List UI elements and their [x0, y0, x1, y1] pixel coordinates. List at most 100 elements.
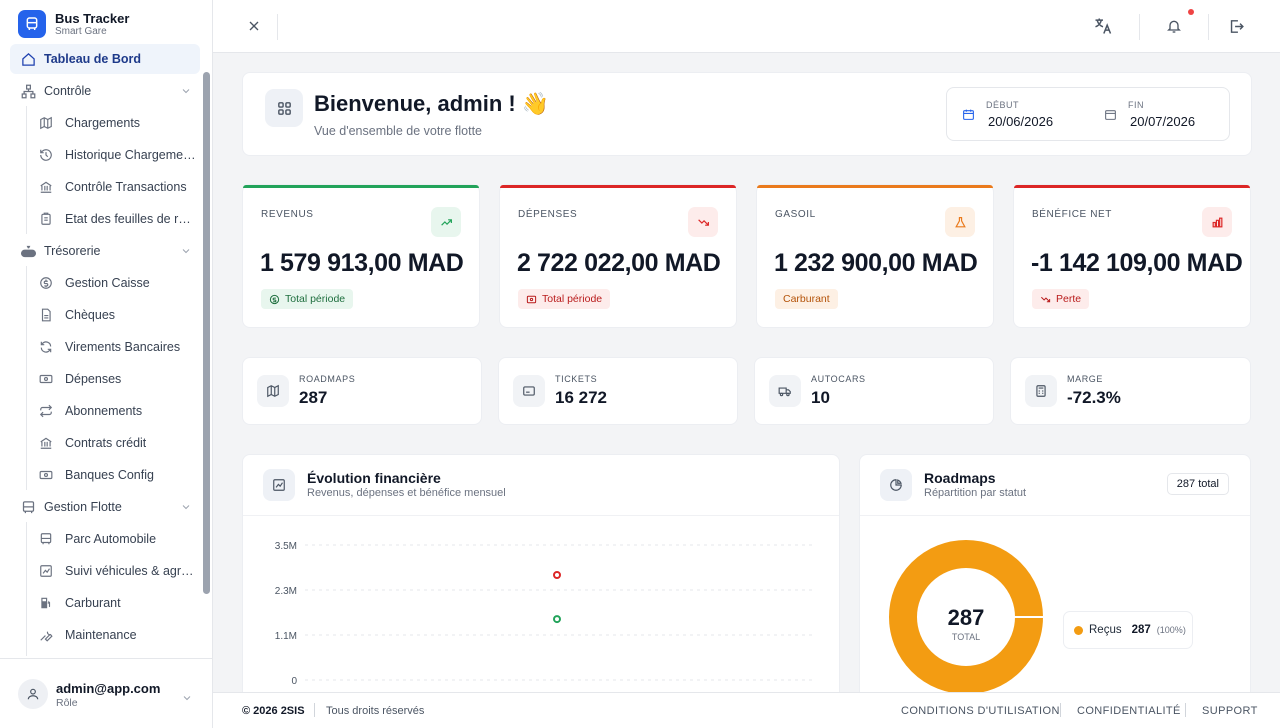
- sidebar-item-gestion-flotte[interactable]: Gestion Flotte: [10, 492, 200, 522]
- banknote-icon: [38, 468, 53, 483]
- sidebar-item-label: Gestion Flotte: [44, 500, 122, 514]
- grid-icon: [265, 89, 303, 127]
- panel-title: Évolution financière: [307, 470, 441, 486]
- close-sidebar-button[interactable]: [242, 14, 266, 38]
- close-icon: [249, 21, 259, 31]
- trending-down-icon: [1041, 296, 1051, 302]
- footer: © 2026 2SIS Tous droits réservés CONDITI…: [213, 692, 1280, 728]
- sidebar-item-label: Contrôle: [44, 84, 92, 98]
- sidebar-item-banques-config[interactable]: Banques Config: [38, 460, 196, 490]
- divider: [1139, 14, 1140, 40]
- submenu-line: [26, 106, 27, 234]
- sidebar-item-parc-automobile[interactable]: Parc Automobile: [38, 524, 196, 554]
- footer-link-support[interactable]: SUPPORT: [1202, 705, 1258, 717]
- accent-bar: [1014, 185, 1250, 188]
- brand[interactable]: Bus Tracker Smart Gare: [18, 10, 129, 38]
- calculator-icon: [1025, 375, 1057, 407]
- mini-value: 16 272: [555, 388, 607, 407]
- stat-value: 1 579 913,00 MAD: [260, 249, 464, 277]
- donut-chart: 287 TOTAL: [889, 540, 1048, 694]
- divider: [860, 515, 1250, 516]
- trending-up-icon: [431, 207, 461, 237]
- legend-swatch: [1074, 625, 1083, 635]
- mini-label: ROADMAPS: [299, 374, 356, 384]
- accent-bar: [500, 185, 736, 188]
- fuel-icon: [38, 596, 53, 611]
- legend-item-recus[interactable]: Reçus 287 (100%): [1063, 611, 1193, 649]
- stat-value: -1 142 109,00 MAD: [1031, 249, 1243, 277]
- status-badge: Total période: [261, 289, 354, 309]
- start-date-field[interactable]: DÉBUT 20/06/2026: [947, 98, 1089, 134]
- logout-icon: [1230, 19, 1244, 33]
- sidebar-item-label: Gestion Caisse: [65, 276, 150, 290]
- bar-chart-icon: [1202, 207, 1232, 237]
- donut-center-value: 287: [948, 605, 985, 630]
- sidebar-item-controle[interactable]: Contrôle: [10, 76, 200, 106]
- bus-logo-icon: [18, 10, 46, 38]
- bus-icon: [20, 499, 36, 515]
- ticket-icon: [513, 375, 545, 407]
- sidebar-item-contrats-credit[interactable]: Contrats crédit: [38, 428, 196, 458]
- badge-text: Total période: [542, 293, 603, 305]
- sidebar-item-label: Dépenses: [65, 372, 122, 386]
- receipt-icon: [526, 295, 537, 303]
- stat-label: REVENUS: [261, 209, 314, 220]
- legend-percent: (100%): [1156, 625, 1186, 635]
- donut-center-label: TOTAL: [952, 632, 980, 642]
- footer-link-confidentialite[interactable]: CONFIDENTIALITÉ: [1077, 705, 1181, 717]
- sidebar-item-label: Suivi véhicules & agréments: [65, 564, 196, 578]
- sidebar-item-suivi-vehicules[interactable]: Suivi véhicules & agréments: [38, 556, 196, 586]
- footer-rights: Tous droits réservés: [326, 705, 425, 717]
- sidebar-item-label: Parc Automobile: [65, 532, 157, 546]
- sidebar-item-label: Trésorerie: [44, 244, 101, 258]
- mini-card-autocars: AUTOCARS 10: [754, 357, 994, 425]
- sidebar-item-depenses[interactable]: Dépenses: [38, 364, 196, 394]
- language-button[interactable]: [1091, 14, 1115, 38]
- end-date-label: FIN: [1128, 100, 1144, 110]
- evolution-chart: 3.5M 2.3M 1.1M 0: [275, 541, 815, 687]
- notifications-button[interactable]: [1162, 14, 1186, 38]
- data-point-series-0[interactable]: [553, 571, 561, 579]
- home-icon: [20, 51, 36, 67]
- sidebar-item-label: Historique Chargements: [65, 148, 196, 162]
- sidebar-item-virements[interactable]: Virements Bancaires: [38, 332, 196, 362]
- sidebar-item-maintenance[interactable]: Maintenance: [38, 620, 196, 650]
- bus-icon: [38, 532, 53, 547]
- divider: [1185, 703, 1186, 717]
- footer-link-conditions[interactable]: CONDITIONS D'UTILISATION: [901, 705, 1060, 717]
- sidebar-item-cheques[interactable]: Chèques: [38, 300, 196, 330]
- sidebar-item-historique-chargements[interactable]: Historique Chargements: [38, 140, 196, 170]
- sidebar: Bus Tracker Smart Gare Tableau de Bord C…: [0, 0, 213, 728]
- logout-button[interactable]: [1224, 14, 1248, 38]
- accent-bar: [243, 185, 479, 188]
- sidebar-scrollbar[interactable]: [203, 72, 210, 594]
- data-point-series-1[interactable]: [553, 615, 561, 624]
- panel-subtitle: Revenus, dépenses et bénéfice mensuel: [307, 487, 506, 499]
- sidebar-item-gestion-caisse[interactable]: Gestion Caisse: [38, 268, 196, 298]
- app-subtitle: Smart Gare: [55, 25, 107, 37]
- document-icon: [38, 308, 53, 323]
- stat-value: 1 232 900,00 MAD: [774, 249, 978, 277]
- chevron-down-icon: [181, 691, 193, 709]
- date-range-picker: DÉBUT 20/06/2026 FIN 20/07/2026: [946, 87, 1230, 141]
- sidebar-item-label: Contrôle Transactions: [65, 180, 187, 194]
- sidebar-item-abonnements[interactable]: Abonnements: [38, 396, 196, 426]
- evolution-panel: Évolution financière Revenus, dépenses e…: [242, 454, 840, 714]
- sidebar-item-label: Banques Config: [65, 468, 154, 482]
- stat-card-revenus: REVENUS 1 579 913,00 MAD Total période: [242, 184, 480, 328]
- stat-label: GASOIL: [775, 209, 816, 220]
- sidebar-item-etat-feuilles[interactable]: Etat des feuilles de route: [38, 204, 196, 234]
- stat-card-benefice-net: BÉNÉFICE NET -1 142 109,00 MAD Perte: [1013, 184, 1251, 328]
- user-menu[interactable]: admin@app.com Rôle: [0, 658, 213, 728]
- sidebar-item-tableau-de-bord[interactable]: Tableau de Bord: [10, 44, 200, 74]
- end-date-field[interactable]: FIN 20/07/2026: [1089, 98, 1231, 134]
- accent-bar: [757, 185, 993, 188]
- sidebar-item-chargements[interactable]: Chargements: [38, 108, 196, 138]
- sidebar-item-tresorerie[interactable]: Trésorerie: [10, 236, 200, 266]
- sidebar-item-carburant[interactable]: Carburant: [38, 588, 196, 618]
- sitemap-icon: [20, 83, 36, 99]
- mini-label: TICKETS: [555, 374, 598, 384]
- sidebar-item-controle-transactions[interactable]: Contrôle Transactions: [38, 172, 196, 202]
- sidebar-nav: Tableau de Bord Contrôle Chargements His…: [0, 44, 202, 656]
- notification-dot: [1188, 9, 1194, 15]
